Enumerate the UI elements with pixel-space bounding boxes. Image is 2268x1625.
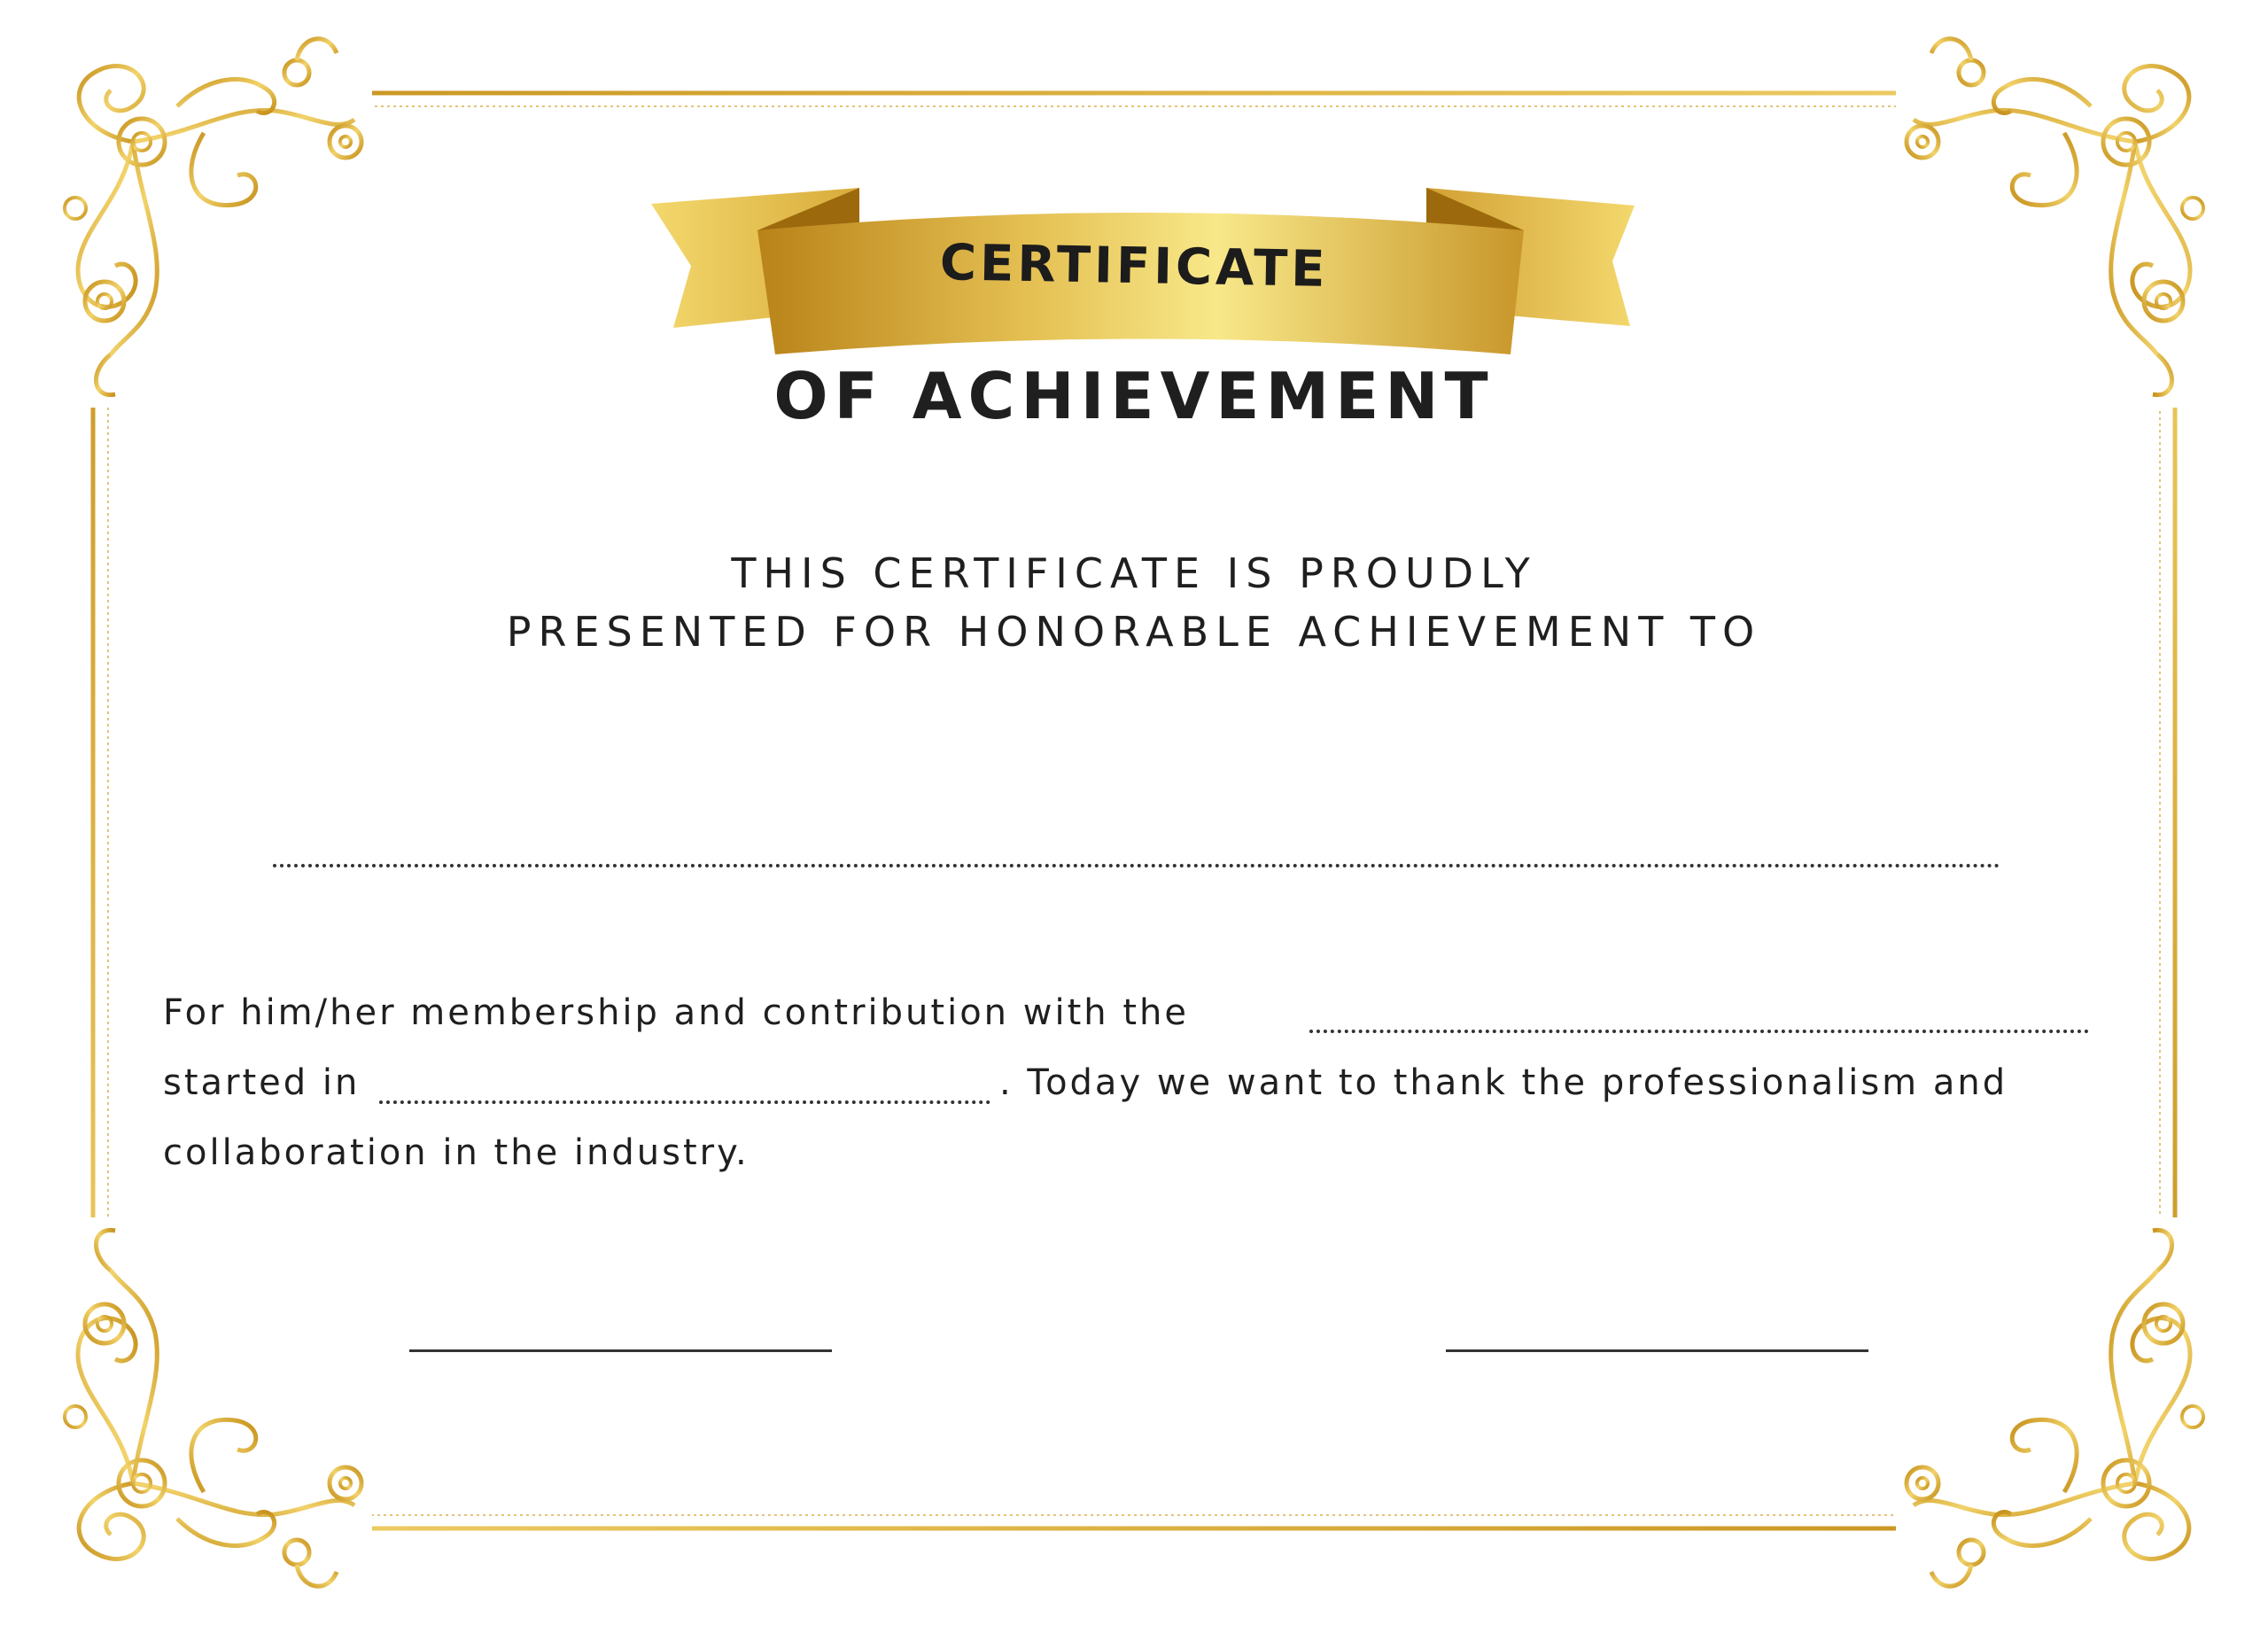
organization-blank-line[interactable] <box>1309 1030 2089 1033</box>
certificate-subtitle: OF ACHIEVEMENT <box>773 359 1495 433</box>
start-date-blank-line[interactable] <box>379 1100 990 1104</box>
signature-line-left[interactable] <box>409 1349 832 1352</box>
recipient-name-line[interactable] <box>273 864 2000 867</box>
certificate-title: CERTIFICATE <box>939 234 1330 299</box>
signature-line-right[interactable] <box>1446 1349 1868 1352</box>
body-text-line3: collaboration in the industry. <box>163 1132 750 1173</box>
body-text-line1: For him/her membership and contribution … <box>163 992 1189 1033</box>
presented-text-line2: PRESENTED FOR HONORABLE ACHIEVEMENT TO <box>506 608 1762 656</box>
body-text-line2-end: . Today we want to thank the professiona… <box>999 1062 2008 1103</box>
certificate-page: CERTIFICATE OF ACHIEVEMENT THIS CERTIFIC… <box>0 0 2268 1625</box>
body-text-line2-start: started in <box>163 1062 361 1103</box>
presented-text-line1: THIS CERTIFICATE IS PROUDLY <box>731 549 1537 597</box>
